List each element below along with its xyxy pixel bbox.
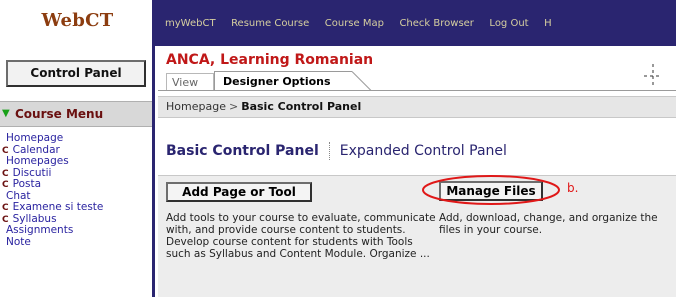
logo-cell: WebCT bbox=[0, 0, 155, 46]
add-page-or-tool-button[interactable]: Add Page or Tool bbox=[166, 182, 312, 202]
nav-link-log-out[interactable]: Log Out bbox=[489, 18, 528, 29]
tab-basic-control-panel[interactable]: Basic Control Panel bbox=[166, 143, 319, 159]
course-menu-header[interactable]: ▼ Course Menu bbox=[0, 101, 152, 127]
tab-expanded-control-panel[interactable]: Expanded Control Panel bbox=[340, 143, 507, 159]
manage-files-description: Add, download, change, and organize the … bbox=[439, 212, 658, 236]
nav-link-resume-course[interactable]: Resume Course bbox=[231, 18, 309, 29]
expand-layout-icon[interactable] bbox=[644, 64, 662, 88]
top-nav-links: myWebCT Resume Course Course Map Check B… bbox=[165, 16, 564, 29]
add-page-description: Add tools to your course to evaluate, co… bbox=[166, 212, 436, 260]
nav-link-check-browser[interactable]: Check Browser bbox=[399, 18, 473, 29]
nav-link-course-map[interactable]: Course Map bbox=[325, 18, 384, 29]
annotation-label: b. bbox=[567, 181, 579, 195]
syllabus-bullet-icon: C bbox=[2, 214, 9, 225]
highlight-ellipse-annotation bbox=[422, 175, 560, 205]
breadcrumb-separator: > bbox=[228, 100, 239, 113]
tab-designer-options[interactable]: Designer Options bbox=[214, 71, 346, 91]
posta-bullet-icon: C bbox=[2, 180, 9, 190]
main-content: ANCA, Learning Romanian View Designer Op… bbox=[158, 46, 676, 297]
tab-baseline bbox=[158, 90, 676, 91]
discutii-bullet-icon: C bbox=[2, 168, 9, 179]
tab-view[interactable]: View bbox=[166, 73, 214, 91]
calendar-bullet-icon: C bbox=[2, 145, 9, 156]
breadcrumb: Homepage > Basic Control Panel bbox=[158, 96, 676, 118]
course-title: ANCA, Learning Romanian bbox=[166, 52, 374, 68]
nav-link-mywebct[interactable]: myWebCT bbox=[165, 18, 216, 29]
control-panel-tabs: Basic Control Panel Expanded Control Pane… bbox=[166, 142, 507, 160]
tab-slant-decoration bbox=[344, 71, 372, 91]
course-menu-label: Course Menu bbox=[15, 107, 104, 121]
breadcrumb-current: Basic Control Panel bbox=[241, 100, 362, 113]
sidebar-item-note[interactable]: Note bbox=[2, 236, 152, 249]
triangle-down-icon: ▼ bbox=[2, 108, 10, 119]
course-menu-list: Homepage C Calendar Homepages C Discutii C… bbox=[2, 132, 152, 249]
nav-link-help[interactable]: H bbox=[544, 18, 552, 29]
examene-bullet-icon: C bbox=[2, 203, 9, 213]
breadcrumb-home-link[interactable]: Homepage bbox=[166, 100, 226, 113]
webct-logo[interactable]: WebCT bbox=[0, 10, 155, 31]
tab-divider bbox=[328, 142, 330, 160]
tools-area: Add Page or Tool Add tools to your cours… bbox=[158, 175, 676, 297]
sidebar: Control Panel ▼ Course Menu Homepage C Ca… bbox=[0, 46, 155, 297]
control-panel-button[interactable]: Control Panel bbox=[6, 60, 146, 87]
top-navigation-bar: WebCT myWebCT Resume Course Course Map C… bbox=[0, 0, 676, 46]
